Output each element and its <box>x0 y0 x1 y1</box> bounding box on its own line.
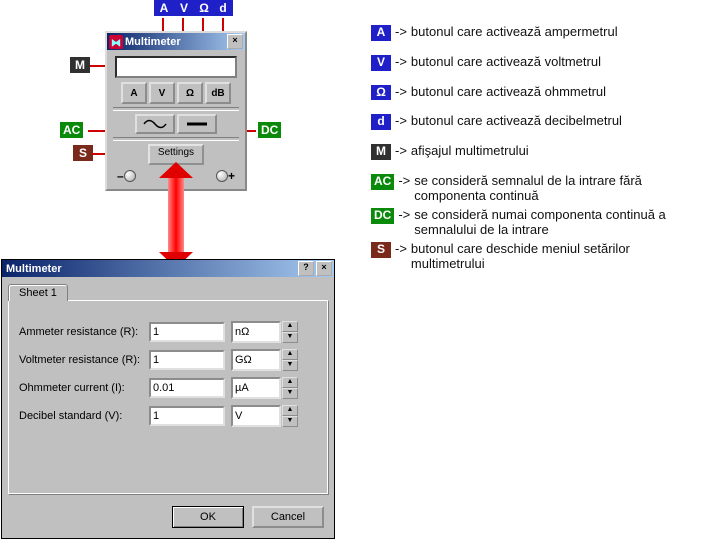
legend-text-v: butonul care activează voltmetrul <box>411 55 705 70</box>
dialog-titlebar[interactable]: Multimeter ? × <box>2 260 334 277</box>
label-s: S <box>73 145 93 161</box>
voltmeter-label: Voltmeter resistance (R): <box>19 354 149 366</box>
ok-button[interactable]: OK <box>172 506 244 528</box>
terminal-minus-label: – <box>117 169 124 183</box>
legend-badge-d: d <box>371 114 391 130</box>
spin-down[interactable]: ▼ <box>282 388 298 399</box>
decibel-button[interactable]: dB <box>205 82 231 104</box>
legend-badge-m: M <box>371 144 391 160</box>
label-m: M <box>70 57 90 73</box>
spin-up[interactable]: ▲ <box>282 405 298 416</box>
label-dc: DC <box>258 122 281 138</box>
voltmeter-unit[interactable]: GΩ <box>231 349 281 371</box>
dialog-close-button[interactable]: × <box>316 261 332 276</box>
help-button[interactable]: ? <box>298 261 314 276</box>
ac-button[interactable] <box>135 114 175 134</box>
legend-text-d: butonul care activează decibelmetrul <box>411 114 705 129</box>
legend-text-ac: se consideră semnalul de la intrare fără… <box>414 174 705 204</box>
ammeter-label: Ammeter resistance (R): <box>19 326 149 338</box>
legend-text-ohm: butonul care activează ohmmetrul <box>411 85 705 100</box>
dialog-title: Multimeter <box>4 263 296 275</box>
ammeter-input[interactable] <box>149 322 225 342</box>
decibel-unit[interactable]: V <box>231 405 281 427</box>
voltmeter-button[interactable]: V <box>149 82 175 104</box>
window-title: Multimeter <box>123 36 225 48</box>
legend-badge-dc: DC <box>371 208 394 224</box>
legend-badge-v: V <box>371 55 391 71</box>
terminal-plus[interactable] <box>216 170 228 182</box>
spin-up[interactable]: ▲ <box>282 377 298 388</box>
terminal-plus-label: + <box>228 169 235 183</box>
voltmeter-input[interactable] <box>149 350 225 370</box>
legend: A -> butonul care activează ampermetrul … <box>371 21 705 276</box>
label-d: d <box>213 0 233 16</box>
legend-text-m: afişajul multimetrului <box>411 144 705 159</box>
legend-badge-a: A <box>371 25 391 41</box>
legend-badge-ac: AC <box>371 174 394 190</box>
spin-down[interactable]: ▼ <box>282 360 298 371</box>
link-arrow-icon <box>168 176 184 254</box>
dc-button[interactable] <box>177 114 217 134</box>
label-a: A <box>154 0 174 16</box>
ammeter-button[interactable]: A <box>121 82 147 104</box>
label-ac: AC <box>60 122 83 138</box>
settings-dialog: Multimeter ? × Sheet 1 Ammeter resistanc… <box>1 259 335 539</box>
decibel-label: Decibel standard (V): <box>19 410 149 422</box>
app-icon: ⧓ <box>109 35 123 49</box>
label-v: V <box>174 0 194 16</box>
multimeter-display <box>115 56 237 78</box>
ohmmeter-label: Ohmmeter current (I): <box>19 382 149 394</box>
decibel-input[interactable] <box>149 406 225 426</box>
label-ohm: Ω <box>194 0 214 16</box>
spin-up[interactable]: ▲ <box>282 349 298 360</box>
spin-down[interactable]: ▼ <box>282 332 298 343</box>
terminal-minus[interactable] <box>124 170 136 182</box>
spin-down[interactable]: ▼ <box>282 416 298 427</box>
legend-badge-s: S <box>371 242 391 258</box>
titlebar[interactable]: ⧓ Multimeter × <box>107 33 245 50</box>
legend-text-a: butonul care activează ampermetrul <box>411 25 705 40</box>
legend-text-dc: se consideră numai componenta continuă a… <box>414 208 705 238</box>
legend-text-s: butonul care deschide meniul setărilor m… <box>411 242 705 272</box>
tab-sheet1[interactable]: Sheet 1 <box>8 284 68 301</box>
close-button[interactable]: × <box>227 34 243 49</box>
ammeter-unit[interactable]: nΩ <box>231 321 281 343</box>
cancel-button[interactable]: Cancel <box>252 506 324 528</box>
svg-text:⧓: ⧓ <box>111 38 121 49</box>
legend-badge-ohm: Ω <box>371 85 391 101</box>
spin-up[interactable]: ▲ <box>282 321 298 332</box>
tab-body: Ammeter resistance (R): nΩ ▲▼ Voltmeter … <box>8 300 328 494</box>
ohmmeter-unit[interactable]: µA <box>231 377 281 399</box>
ohmmeter-button[interactable]: Ω <box>177 82 203 104</box>
ohmmeter-input[interactable] <box>149 378 225 398</box>
